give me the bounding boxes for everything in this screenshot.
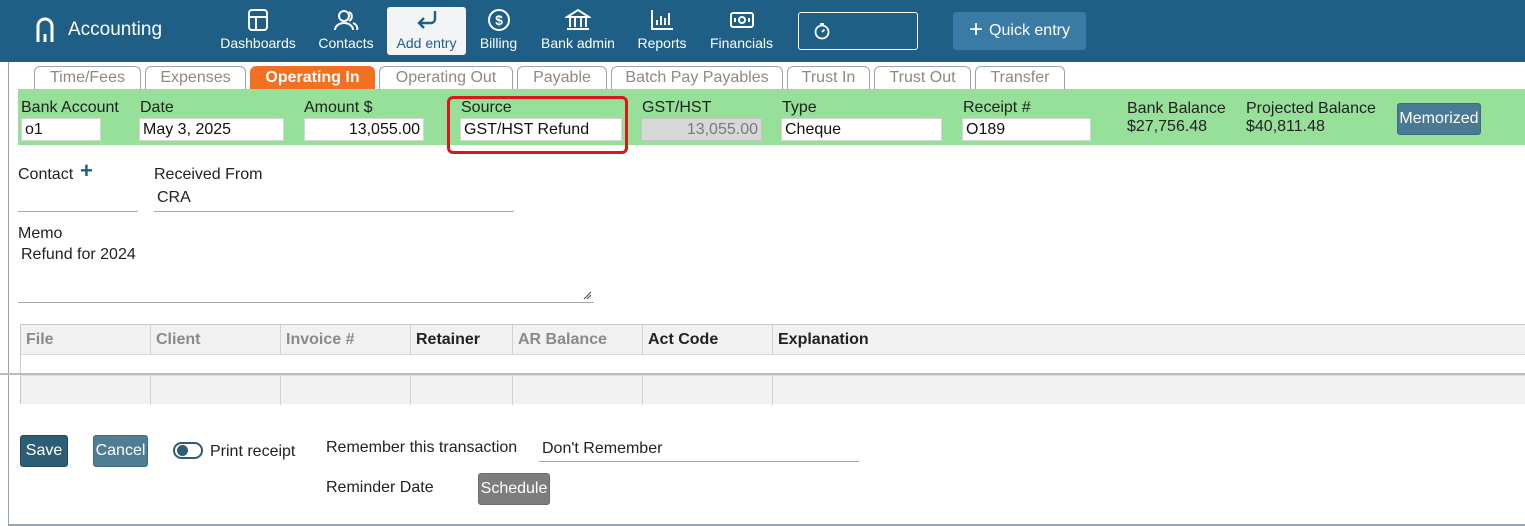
received-from-label: Received From	[154, 166, 263, 183]
column-header-client: Client	[151, 325, 281, 355]
table-cell[interactable]	[151, 376, 281, 405]
brand[interactable]: Accounting	[34, 16, 162, 44]
entry-type-tabs: Time/Fees Expenses Operating In Operatin…	[34, 66, 1069, 89]
app-title: Accounting	[68, 19, 163, 40]
tab-trust-in[interactable]: Trust In	[787, 66, 870, 89]
tab-operating-in[interactable]: Operating In	[250, 66, 375, 89]
nav-label: Billing	[479, 35, 518, 51]
bank-account-label: Bank Account	[21, 99, 119, 116]
remember-transaction-label: Remember this transaction	[326, 439, 518, 456]
tab-time-fees[interactable]: Time/Fees	[34, 66, 141, 89]
bank-icon	[565, 8, 591, 30]
nav-label: Add entry	[396, 35, 457, 51]
amount-label: Amount $	[304, 99, 373, 116]
table-cell[interactable]	[411, 376, 513, 405]
nav-financials[interactable]: Financials	[708, 7, 775, 55]
tab-trust-out[interactable]: Trust Out	[874, 66, 971, 89]
table-divider	[0, 373, 1525, 375]
bank-account-field[interactable]	[21, 118, 101, 141]
nav-contacts[interactable]: Contacts	[315, 7, 377, 55]
timer-button[interactable]	[798, 12, 918, 50]
receipt-label: Receipt #	[963, 99, 1031, 116]
save-button[interactable]: Save	[20, 435, 68, 467]
memo-label: Memo	[18, 225, 63, 242]
table-cell[interactable]	[513, 376, 643, 405]
column-header-retainer: Retainer	[411, 325, 513, 355]
allocation-table: File Client Invoice # Retainer AR Balanc…	[20, 324, 1525, 405]
contact-field[interactable]	[18, 188, 138, 212]
memorized-button[interactable]: Memorized	[1397, 103, 1481, 135]
contact-label: Contact	[18, 166, 74, 183]
nav-bank-admin[interactable]: Bank admin	[538, 7, 618, 55]
banknote-icon	[729, 12, 754, 28]
add-contact-icon[interactable]: +	[80, 160, 93, 182]
tab-transfer[interactable]: Transfer	[975, 66, 1065, 89]
gst-hst-field	[641, 118, 762, 141]
amount-field[interactable]	[304, 118, 424, 141]
plus-icon: +	[969, 16, 984, 43]
print-receipt-label: Print receipt	[210, 443, 296, 460]
app-logo-icon	[36, 17, 54, 42]
bank-balance-value: $27,756.48	[1127, 118, 1208, 135]
cancel-button[interactable]: Cancel	[93, 435, 148, 467]
date-label: Date	[140, 99, 174, 116]
memo-textarea[interactable]: Refund for 2024	[18, 246, 594, 303]
nav-label: Financials	[709, 35, 774, 51]
receipt-field[interactable]	[962, 118, 1091, 141]
column-header-invoice: Invoice #	[281, 325, 411, 355]
svg-text:$: $	[495, 12, 503, 28]
nav-label: Dashboards	[220, 35, 296, 51]
print-receipt-toggle[interactable]	[173, 442, 203, 459]
nav-add-entry[interactable]: Add entry	[387, 7, 466, 55]
tab-payable[interactable]: Payable	[517, 66, 607, 89]
reminder-date-label: Reminder Date	[326, 479, 434, 496]
type-label: Type	[782, 99, 817, 116]
quick-entry-label: Quick entry	[989, 22, 1070, 39]
schedule-button[interactable]: Schedule	[478, 473, 550, 505]
nav-label: Bank admin	[541, 35, 615, 51]
bar-chart-icon	[651, 10, 673, 30]
nav-reports[interactable]: Reports	[634, 7, 690, 55]
nav-dashboards[interactable]: Dashboards	[218, 7, 298, 55]
column-header-explanation: Explanation	[778, 331, 869, 348]
bank-balance-label: Bank Balance	[1127, 100, 1226, 117]
quick-entry-button[interactable]: + Quick entry	[953, 12, 1086, 50]
nav-label: Contacts	[318, 35, 374, 51]
nav-label: Reports	[637, 35, 687, 51]
column-header-act-code: Act Code	[643, 325, 773, 355]
received-from-field[interactable]: CRA	[154, 189, 514, 212]
tab-batch-pay-payables[interactable]: Batch Pay Payables	[611, 66, 783, 89]
column-header-file: File	[21, 325, 151, 355]
return-arrow-icon	[416, 11, 436, 29]
resize-grip-icon[interactable]	[582, 290, 592, 300]
tab-operating-out[interactable]: Operating Out	[379, 66, 513, 89]
type-field[interactable]	[781, 118, 942, 141]
dashboard-icon	[248, 9, 268, 31]
source-highlight-annotation	[447, 96, 628, 154]
contacts-icon	[334, 10, 359, 31]
gst-hst-label: GST/HST	[642, 99, 712, 116]
frame-border	[8, 62, 9, 526]
nav-billing[interactable]: $ Billing	[476, 7, 521, 55]
remember-transaction-select[interactable]: Don't Remember	[539, 440, 859, 462]
toggle-knob	[177, 445, 188, 456]
dollar-circle-icon: $	[487, 9, 510, 31]
table-cell[interactable]	[21, 376, 151, 405]
table-header: File Client Invoice # Retainer AR Balanc…	[21, 325, 1525, 355]
date-field[interactable]	[139, 118, 284, 141]
table-cell[interactable]	[281, 376, 411, 405]
stopwatch-icon	[814, 23, 830, 40]
column-header-ar-balance: AR Balance	[513, 325, 643, 355]
tab-expenses[interactable]: Expenses	[145, 66, 246, 89]
top-nav-bar: Accounting Dashboards Contacts Add entry…	[0, 0, 1525, 62]
projected-balance-label: Projected Balance	[1246, 100, 1376, 117]
table-row[interactable]	[21, 375, 1525, 405]
projected-balance-value: $40,811.48	[1246, 118, 1325, 135]
table-cell[interactable]	[643, 376, 773, 405]
entry-header-strip: Bank Account Date Amount $ Source GST/HS…	[18, 89, 1525, 145]
